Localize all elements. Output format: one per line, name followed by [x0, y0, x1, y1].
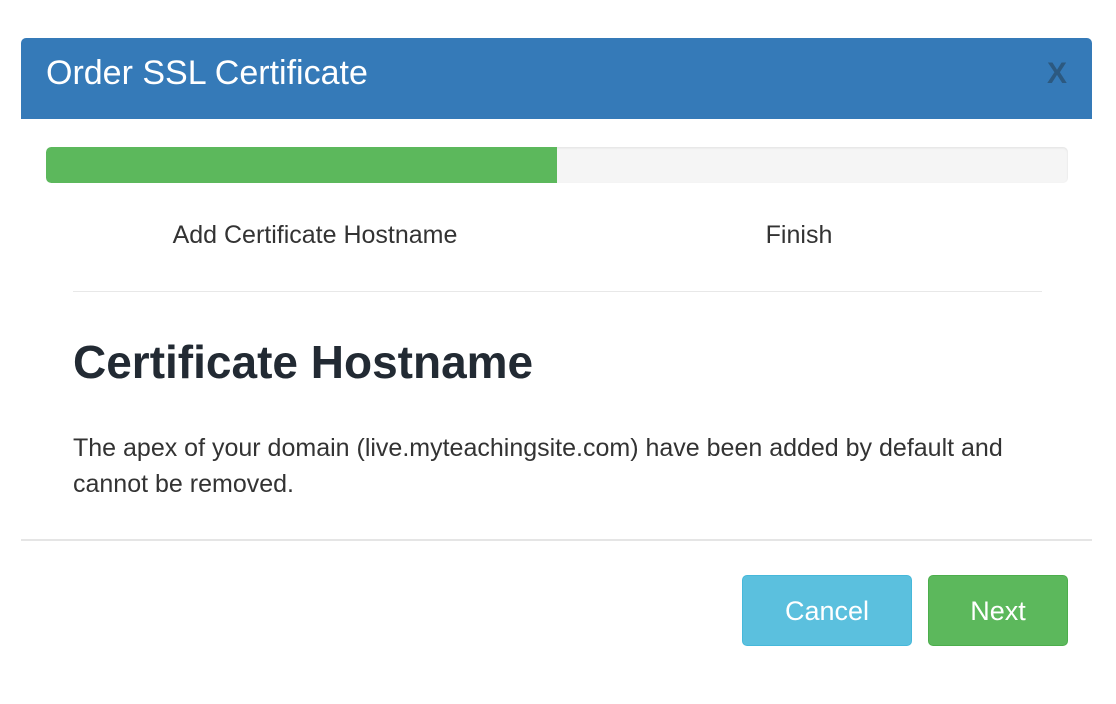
next-button[interactable]: Next	[928, 575, 1068, 646]
section-title: Certificate Hostname	[73, 336, 534, 388]
step-add-certificate-hostname: Add Certificate Hostname	[172, 221, 458, 249]
order-ssl-modal: Order SSL Certificate X Add Certificate …	[21, 38, 1092, 662]
footer-divider	[21, 539, 1092, 541]
close-button[interactable]: X	[1044, 57, 1070, 91]
description-text: The apex of your domain (live.myteaching…	[73, 434, 1003, 498]
divider	[73, 291, 1042, 292]
modal-header: Order SSL Certificate X	[21, 38, 1092, 119]
cancel-button[interactable]: Cancel	[742, 575, 912, 646]
progress-fill	[46, 147, 557, 183]
step-finish: Finish	[765, 221, 833, 249]
modal-title: Order SSL Certificate	[46, 54, 368, 92]
progress-bar	[46, 147, 1068, 183]
